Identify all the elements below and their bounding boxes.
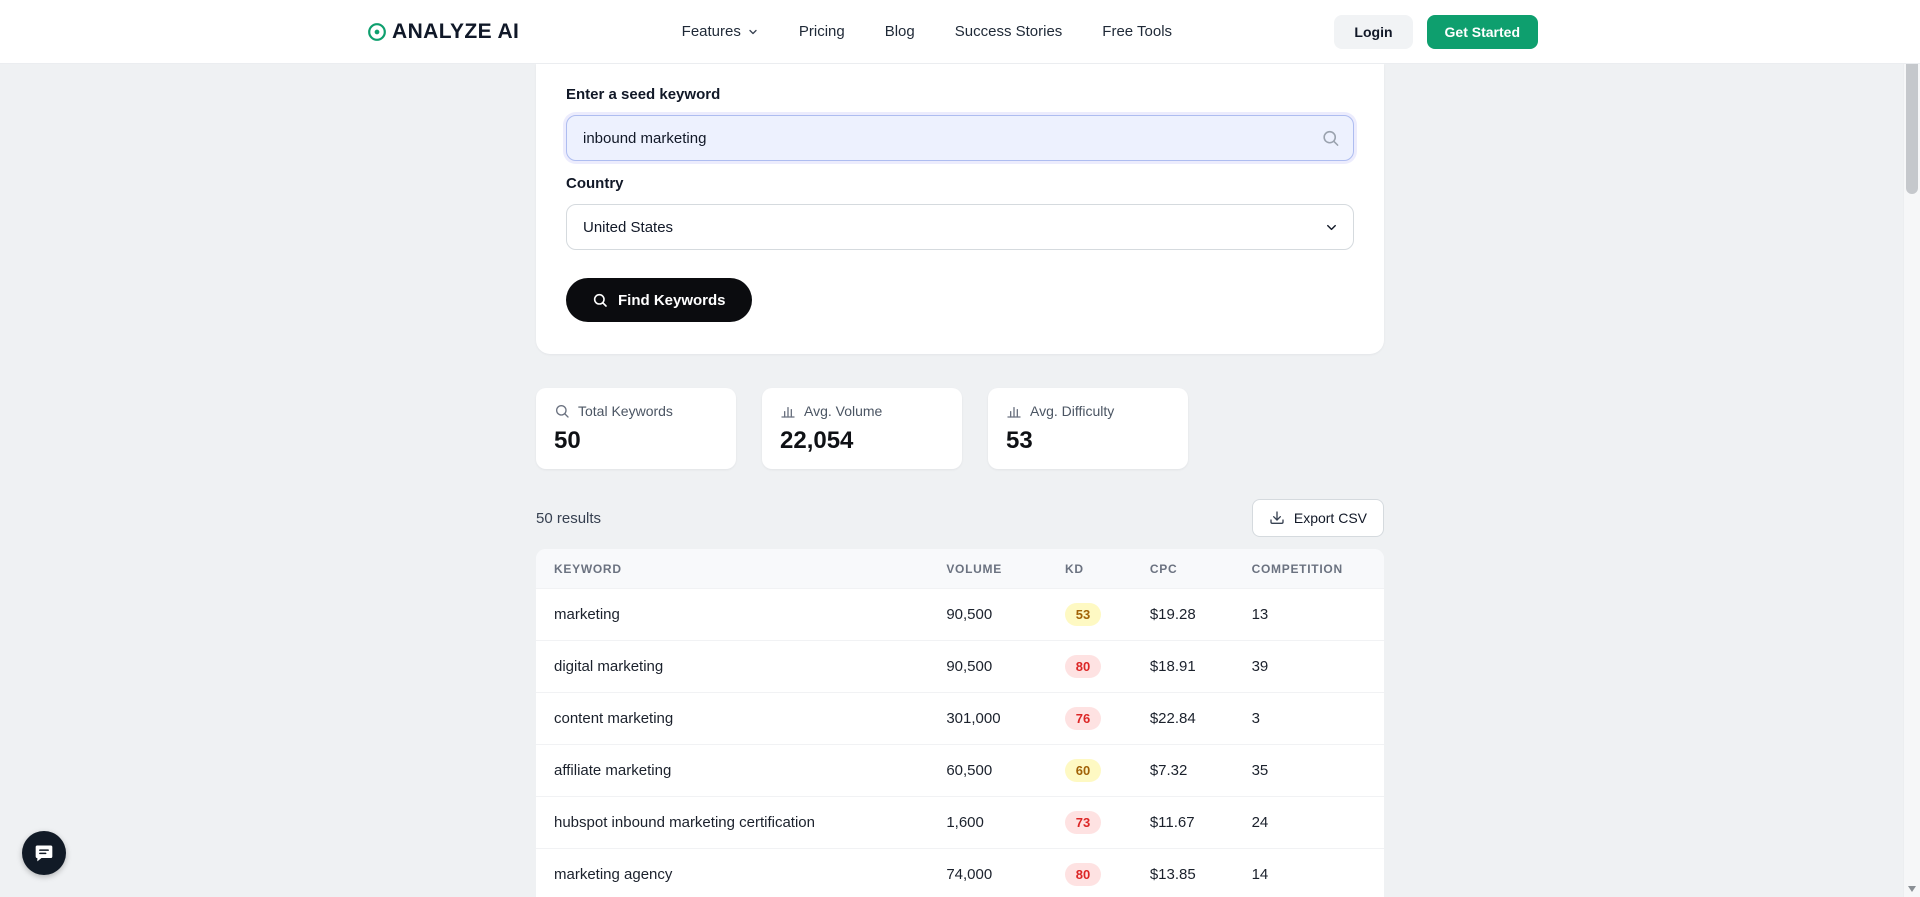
competition-cell: 35 bbox=[1236, 745, 1384, 797]
download-icon bbox=[1269, 510, 1285, 526]
keyword-cell: hubspot inbound marketing certification bbox=[536, 797, 930, 849]
stat-card-avg-difficulty: Avg. Difficulty 53 bbox=[988, 388, 1188, 469]
table-row[interactable]: marketing agency 74,000 80 $13.85 14 bbox=[536, 849, 1384, 897]
chat-icon bbox=[34, 843, 54, 863]
stat-value: 53 bbox=[1006, 427, 1170, 455]
cpc-cell: $19.28 bbox=[1134, 589, 1236, 641]
competition-cell: 13 bbox=[1236, 589, 1384, 641]
nav-link-pricing[interactable]: Pricing bbox=[799, 23, 845, 40]
column-header-volume: VOLUME bbox=[930, 549, 1049, 589]
country-select[interactable]: United States bbox=[566, 204, 1354, 250]
competition-cell: 24 bbox=[1236, 797, 1384, 849]
nav-link-blog[interactable]: Blog bbox=[885, 23, 915, 40]
kd-badge: 80 bbox=[1065, 655, 1101, 678]
volume-cell: 1,600 bbox=[930, 797, 1049, 849]
scrollbar-down-button[interactable] bbox=[1904, 880, 1920, 897]
scrollbar[interactable] bbox=[1903, 0, 1920, 897]
keyword-search-panel: Enter a seed keyword Country United Stat… bbox=[536, 64, 1384, 354]
volume-cell: 90,500 bbox=[930, 641, 1049, 693]
kd-badge: 80 bbox=[1065, 863, 1101, 886]
scroll-down-icon bbox=[1908, 886, 1916, 892]
nav-link-features-label: Features bbox=[682, 23, 741, 40]
keyword-cell: affiliate marketing bbox=[536, 745, 930, 797]
keyword-cell: content marketing bbox=[536, 693, 930, 745]
nav-link-success-stories-label: Success Stories bbox=[955, 23, 1063, 40]
nav-link-success-stories[interactable]: Success Stories bbox=[955, 23, 1063, 40]
bar-chart-icon bbox=[780, 403, 796, 419]
results-count: 50 results bbox=[536, 510, 601, 527]
column-header-competition: COMPETITION bbox=[1236, 549, 1384, 589]
country-select-value: United States bbox=[583, 219, 673, 236]
competition-cell: 39 bbox=[1236, 641, 1384, 693]
keyword-cell: marketing bbox=[536, 589, 930, 641]
nav-link-free-tools-label: Free Tools bbox=[1102, 23, 1172, 40]
seed-keyword-input[interactable] bbox=[566, 115, 1354, 161]
nav-link-free-tools[interactable]: Free Tools bbox=[1102, 23, 1172, 40]
table-row[interactable]: marketing 90,500 53 $19.28 13 bbox=[536, 589, 1384, 641]
logo-text: ANALYZE AI bbox=[392, 20, 519, 44]
column-header-kd: KD bbox=[1049, 549, 1134, 589]
nav-actions: Login Get Started bbox=[1334, 15, 1538, 49]
kd-badge: 73 bbox=[1065, 811, 1101, 834]
find-keywords-button[interactable]: Find Keywords bbox=[566, 278, 752, 322]
export-csv-button[interactable]: Export CSV bbox=[1252, 499, 1384, 537]
keyword-cell: digital marketing bbox=[536, 641, 930, 693]
bar-chart-icon bbox=[1006, 403, 1022, 419]
stat-label: Avg. Volume bbox=[804, 403, 882, 419]
search-icon bbox=[592, 292, 608, 308]
stat-value: 22,054 bbox=[780, 427, 944, 455]
cpc-cell: $18.91 bbox=[1134, 641, 1236, 693]
export-csv-label: Export CSV bbox=[1294, 510, 1367, 526]
search-icon bbox=[554, 403, 570, 419]
kd-badge: 76 bbox=[1065, 707, 1101, 730]
chevron-down-icon bbox=[747, 26, 759, 38]
logo[interactable]: ANALYZE AI bbox=[366, 20, 519, 44]
table-row[interactable]: hubspot inbound marketing certification … bbox=[536, 797, 1384, 849]
seed-keyword-label: Enter a seed keyword bbox=[566, 86, 1354, 103]
nav-link-pricing-label: Pricing bbox=[799, 23, 845, 40]
cpc-cell: $11.67 bbox=[1134, 797, 1236, 849]
table-row[interactable]: affiliate marketing 60,500 60 $7.32 35 bbox=[536, 745, 1384, 797]
results-bar: 50 results Export CSV bbox=[536, 499, 1384, 537]
column-header-cpc: CPC bbox=[1134, 549, 1236, 589]
navbar: ANALYZE AI Features Pricing Blog Success… bbox=[0, 0, 1920, 64]
logo-icon bbox=[366, 21, 388, 43]
competition-cell: 3 bbox=[1236, 693, 1384, 745]
keyword-cell: marketing agency bbox=[536, 849, 930, 897]
stat-label: Total Keywords bbox=[578, 403, 673, 419]
volume-cell: 301,000 bbox=[930, 693, 1049, 745]
cpc-cell: $22.84 bbox=[1134, 693, 1236, 745]
column-header-keyword: KEYWORD bbox=[536, 549, 930, 589]
main-content: Enter a seed keyword Country United Stat… bbox=[536, 64, 1384, 897]
login-button[interactable]: Login bbox=[1334, 15, 1412, 49]
find-keywords-label: Find Keywords bbox=[618, 292, 726, 309]
nav-link-blog-label: Blog bbox=[885, 23, 915, 40]
chevron-down-icon bbox=[1324, 220, 1339, 235]
competition-cell: 14 bbox=[1236, 849, 1384, 897]
stat-value: 50 bbox=[554, 427, 718, 455]
cpc-cell: $13.85 bbox=[1134, 849, 1236, 897]
get-started-button[interactable]: Get Started bbox=[1427, 15, 1538, 49]
kd-badge: 60 bbox=[1065, 759, 1101, 782]
stat-card-total-keywords: Total Keywords 50 bbox=[536, 388, 736, 469]
table-row[interactable]: content marketing 301,000 76 $22.84 3 bbox=[536, 693, 1384, 745]
search-icon bbox=[1321, 129, 1340, 148]
cpc-cell: $7.32 bbox=[1134, 745, 1236, 797]
kd-badge: 53 bbox=[1065, 603, 1101, 626]
nav-link-features[interactable]: Features bbox=[682, 23, 759, 40]
volume-cell: 74,000 bbox=[930, 849, 1049, 897]
stat-label: Avg. Difficulty bbox=[1030, 403, 1114, 419]
table-row[interactable]: digital marketing 90,500 80 $18.91 39 bbox=[536, 641, 1384, 693]
stat-card-avg-volume: Avg. Volume 22,054 bbox=[762, 388, 962, 469]
volume-cell: 90,500 bbox=[930, 589, 1049, 641]
volume-cell: 60,500 bbox=[930, 745, 1049, 797]
country-label: Country bbox=[566, 175, 1354, 192]
nav-links: Features Pricing Blog Success Stories Fr… bbox=[682, 23, 1172, 40]
stats-row: Total Keywords 50 Avg. Volume 22,054 Avg… bbox=[536, 388, 1384, 469]
chat-launcher-button[interactable] bbox=[22, 831, 66, 875]
table-header-row: KEYWORD VOLUME KD CPC COMPETITION bbox=[536, 549, 1384, 589]
keywords-table: KEYWORD VOLUME KD CPC COMPETITION market… bbox=[536, 549, 1384, 897]
